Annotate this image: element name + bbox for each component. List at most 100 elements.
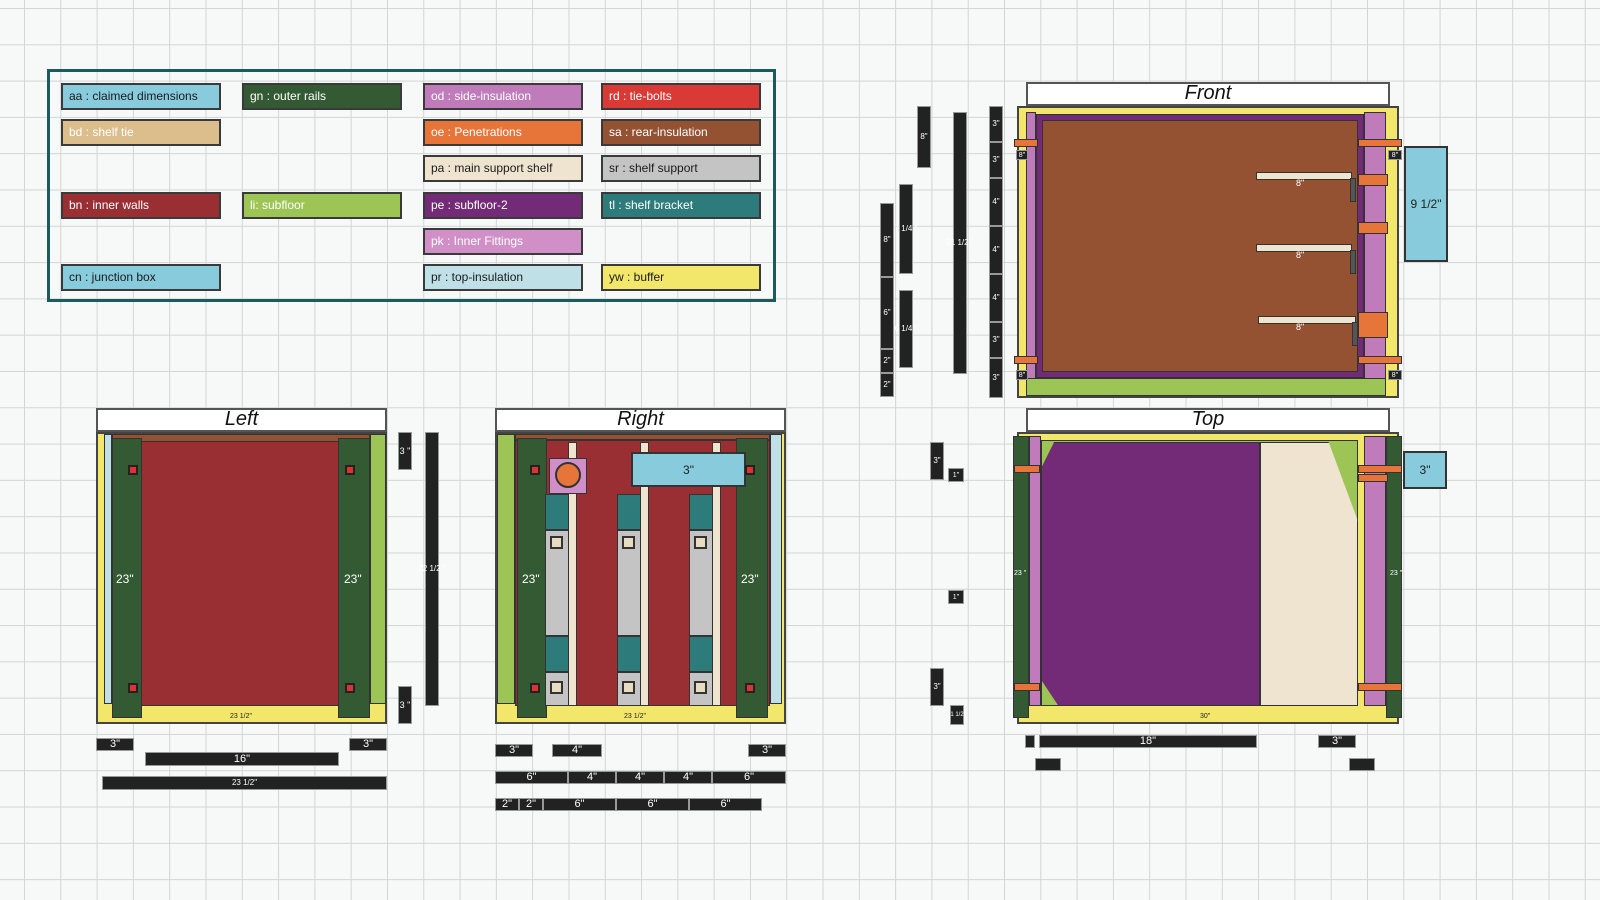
top-dim-a: 18" bbox=[1039, 735, 1257, 748]
top-dim-l2: 1" bbox=[948, 468, 964, 482]
front-side-dim-3: 8" bbox=[1388, 150, 1402, 160]
left-dim-r3: 3 " bbox=[398, 686, 412, 724]
right-shelf-bracket-3a bbox=[689, 494, 713, 530]
right-shelf-tie-2 bbox=[622, 536, 635, 549]
left-rail-label-2: 23" bbox=[344, 572, 362, 586]
right-shelf-tie-6 bbox=[694, 681, 707, 694]
top-dim-l1: 3" bbox=[930, 442, 944, 480]
right-rear-top bbox=[515, 434, 770, 440]
legend-item-rd: rd : tie-bolts bbox=[601, 83, 761, 110]
front-penetration-5 bbox=[1358, 222, 1388, 234]
front-dim-v5-6: 3" bbox=[989, 358, 1003, 398]
right-dim-r2b: 4" bbox=[568, 771, 616, 784]
top-outer-rail-left bbox=[1013, 436, 1029, 718]
front-dim-v1: 8" bbox=[917, 106, 931, 168]
front-penetration-4 bbox=[1358, 174, 1388, 186]
right-dim-r3b: 2" bbox=[519, 798, 543, 811]
right-shelf-bracket-3b bbox=[689, 636, 713, 672]
right-dim-r2a: 6" bbox=[495, 771, 568, 784]
legend-item-tl: tl : shelf bracket bbox=[601, 192, 761, 219]
left-rear-top bbox=[112, 434, 370, 442]
front-dim-v2a: 7 1/4 " bbox=[895, 184, 917, 274]
right-dim-r3c: 6" bbox=[543, 798, 616, 811]
legend-item-pa: pa : main support shelf bbox=[423, 155, 583, 182]
top-dim-l3: 1" bbox=[948, 590, 964, 604]
legend-item-sa: sa : rear-insulation bbox=[601, 119, 761, 146]
front-shelf-label-2: 8" bbox=[1296, 250, 1305, 260]
left-tie-bolt-1 bbox=[128, 465, 138, 475]
right-shelf-tie-4 bbox=[550, 681, 563, 694]
right-view-title: Right bbox=[495, 408, 786, 432]
front-penetration-1 bbox=[1014, 139, 1038, 147]
front-view-title: Front bbox=[1026, 82, 1390, 106]
top-junction-box: 3" bbox=[1403, 451, 1447, 489]
top-penetration-5 bbox=[1358, 683, 1402, 691]
legend-item-od: od : side-insulation bbox=[423, 83, 583, 110]
right-dim-r1b: 4" bbox=[552, 744, 602, 757]
legend-item-oe: oe : Penetrations bbox=[423, 119, 583, 146]
top-dim-c3 bbox=[1349, 758, 1375, 771]
left-dim-b2: 16" bbox=[145, 752, 339, 766]
left-tie-bolt-4 bbox=[345, 683, 355, 693]
right-dim-r2d: 4" bbox=[664, 771, 712, 784]
front-side-dim-4: 8" bbox=[1388, 370, 1402, 380]
left-rail-label-1: 23" bbox=[116, 572, 134, 586]
left-dim-b3: 3" bbox=[349, 738, 387, 751]
right-shelf-bracket-1a bbox=[545, 494, 569, 530]
top-penetration-4 bbox=[1358, 474, 1388, 482]
front-dim-v5-1: 3" bbox=[989, 142, 1003, 178]
top-penetration-1 bbox=[1014, 465, 1040, 473]
right-subfloor bbox=[497, 434, 515, 704]
top-dim-c2 bbox=[1035, 758, 1061, 771]
left-dim-b4: 23 1/2" bbox=[102, 776, 387, 790]
legend-item-pk: pk : Inner Fittings bbox=[423, 228, 583, 255]
top-bottom-label: 30" bbox=[1200, 713, 1211, 720]
front-dim-v5-2: 4" bbox=[989, 178, 1003, 226]
left-tie-bolt-2 bbox=[345, 465, 355, 475]
right-bottom-label: 23 1/2" bbox=[624, 713, 646, 720]
front-side-dim-1: 8" bbox=[1016, 150, 1028, 160]
front-dim-v5-3: 4" bbox=[989, 226, 1003, 274]
legend-box: aa : claimed dimensions gn : outer rails o… bbox=[47, 69, 776, 302]
right-shelf-bracket-2b bbox=[617, 636, 641, 672]
right-shelf-tie-5 bbox=[622, 681, 635, 694]
legend-item-yw: yw : buffer bbox=[601, 264, 761, 291]
right-dim-r2e: 6" bbox=[712, 771, 786, 784]
front-shelf-bracket-1 bbox=[1350, 178, 1356, 202]
right-top-insulation bbox=[770, 434, 782, 704]
front-dim-v5-5: 3" bbox=[989, 322, 1003, 358]
front-side-dim-2: 8" bbox=[1016, 370, 1028, 380]
legend-item-cn: cn : junction box bbox=[61, 264, 221, 291]
front-shelf-label-3: 8" bbox=[1296, 322, 1305, 332]
right-dim-r2c: 4" bbox=[616, 771, 664, 784]
front-subfloor bbox=[1026, 378, 1386, 396]
top-penetration-3 bbox=[1358, 465, 1402, 473]
front-penetration-3 bbox=[1358, 139, 1402, 147]
front-dim-v3c: 2" bbox=[880, 349, 894, 373]
front-penetration-6 bbox=[1358, 312, 1388, 338]
top-rail-label-left: 23 " bbox=[1014, 570, 1027, 577]
front-shelf-3 bbox=[1258, 316, 1356, 324]
front-dim-v4: 21 1/2 " bbox=[946, 112, 974, 374]
legend-item-pe: pe : subfloor-2 bbox=[423, 192, 583, 219]
top-side-insulation-left bbox=[1029, 436, 1041, 706]
front-penetration-2 bbox=[1014, 356, 1038, 364]
left-bottom-label: 23 1/2" bbox=[230, 713, 252, 720]
top-view-title: Top bbox=[1026, 408, 1390, 432]
legend-item-aa: aa : claimed dimensions bbox=[61, 83, 221, 110]
left-tie-bolt-3 bbox=[128, 683, 138, 693]
front-dim-v3a: 8" bbox=[880, 203, 894, 277]
legend-item-bn: bn : inner walls bbox=[61, 192, 221, 219]
front-junction-box: 9 1/2" bbox=[1404, 146, 1448, 262]
left-dim-r2: 22 1/2 " bbox=[418, 432, 446, 706]
right-dim-r3a: 2" bbox=[495, 798, 519, 811]
left-dim-r1: 3 " bbox=[398, 432, 412, 470]
right-rail-label-2: 23" bbox=[741, 572, 759, 586]
top-dim-c1 bbox=[1025, 735, 1035, 748]
front-dim-v3d: 2" bbox=[880, 373, 894, 397]
front-dim-v5-0: 3" bbox=[989, 106, 1003, 142]
left-inner-wall bbox=[112, 440, 370, 706]
right-junction-box: 3" bbox=[631, 452, 746, 487]
right-tie-bolt-3 bbox=[530, 683, 540, 693]
legend-item-sr: sr : shelf support bbox=[601, 155, 761, 182]
